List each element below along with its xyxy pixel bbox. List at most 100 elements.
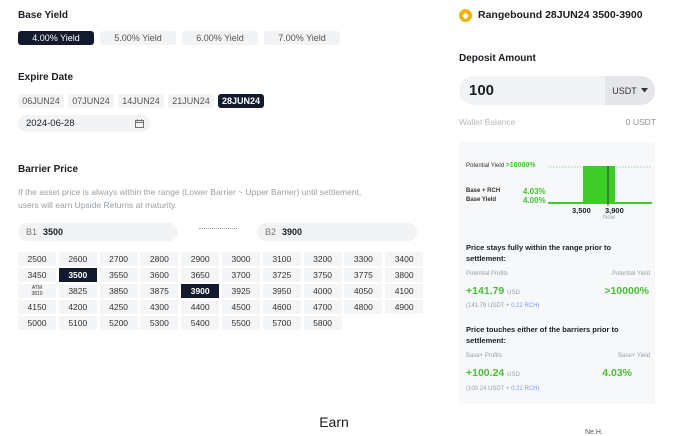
base-plus-profits-breakdown: (100.24 USDT + 0.22 RCH) (466, 386, 540, 392)
potential-yield-value: >10000% (604, 285, 649, 297)
price-cell-3900[interactable]: 3900 (181, 284, 220, 298)
currency-label: USDT (612, 85, 637, 96)
price-cell-5100[interactable]: 5100 (58, 316, 97, 330)
chart-tick-lower: 3,500 (572, 206, 591, 215)
price-cell-3000[interactable]: 3000 (221, 252, 260, 266)
date-option-28jun24[interactable]: 28JUN24 (218, 94, 264, 108)
price-cell-5200[interactable]: 5200 (99, 316, 138, 330)
potential-profits-value: +141.79 USD (466, 285, 520, 297)
payoff-range-bar (583, 166, 615, 203)
wallet-balance-value: 0 USDT (625, 117, 656, 127)
price-cell-4050[interactable]: 4050 (344, 284, 383, 298)
price-cell-4900[interactable]: 4900 (385, 300, 424, 314)
price-cell-empty (344, 316, 382, 330)
price-cell-atm[interactable]: ATM 3810 (18, 284, 56, 298)
price-cell-3400[interactable]: 3400 (385, 252, 424, 266)
wallet-balance-label: Wallet Balance (459, 117, 516, 127)
scenario-touch-heading: Price touches either of the barriers pri… (466, 325, 619, 345)
price-cell-3500[interactable]: 3500 (58, 268, 97, 282)
price-cell-2600[interactable]: 2600 (58, 252, 97, 266)
price-cell-3600[interactable]: 3600 (140, 268, 179, 282)
barrier-description-line-1: If the asset price is always within the … (18, 187, 362, 197)
price-cell-3750[interactable]: 3750 (303, 268, 342, 282)
barrier-b2-input[interactable]: B2 3900 (257, 223, 417, 241)
price-cell-3850[interactable]: 3850 (99, 284, 138, 298)
potential-yield-chart-value: >10000% (505, 162, 536, 169)
price-cell-3875[interactable]: 3875 (140, 284, 179, 298)
date-value: 2024-06-28 (26, 118, 75, 129)
price-cell-3950[interactable]: 3950 (262, 284, 301, 298)
price-cell-4150[interactable]: 4150 (18, 300, 56, 314)
b2-value: 3900 (282, 227, 303, 237)
price-cell-5400[interactable]: 5400 (181, 316, 220, 330)
price-cell-3825[interactable]: 3825 (58, 284, 97, 298)
price-cell-5800[interactable]: 5800 (303, 316, 342, 330)
base-yield-title: Base Yield (18, 10, 69, 21)
base-plus-yield-label: Base+ Yield (618, 353, 650, 359)
price-cell-3450[interactable]: 3450 (18, 268, 56, 282)
price-cell-4400[interactable]: 4400 (181, 300, 220, 314)
price-cell-3725[interactable]: 3725 (262, 268, 301, 282)
price-cell-3200[interactable]: 3200 (303, 252, 342, 266)
base-rch-value: 4.03% (523, 187, 546, 196)
price-cell-2900[interactable]: 2900 (181, 252, 220, 266)
price-cell-3925[interactable]: 3925 (221, 284, 260, 298)
price-cell-5500[interactable]: 5500 (221, 316, 260, 330)
yield-option-7[interactable]: 7.00% Yield (264, 31, 340, 45)
deposit-amount-title: Deposit Amount (459, 53, 536, 64)
date-option-06jun24[interactable]: 06JUN24 (18, 94, 64, 108)
yield-option-5[interactable]: 5.00% Yield (100, 31, 176, 45)
price-cell-4800[interactable]: 4800 (344, 300, 383, 314)
yield-options: 4.00% Yield 5.00% Yield 6.00% Yield 7.00… (18, 31, 340, 45)
price-cell-4500[interactable]: 4500 (221, 300, 260, 314)
potential-profits-breakdown: (141.79 USDT + 0.22 RCH) (466, 303, 540, 309)
price-cell-4250[interactable]: 4250 (99, 300, 138, 314)
currency-selector[interactable]: USDT (605, 76, 655, 105)
date-picker-field[interactable]: 2024-06-28 (18, 115, 150, 132)
price-cell-4100[interactable]: 4100 (385, 284, 424, 298)
deposit-amount-field[interactable]: 100 USDT (459, 76, 655, 105)
price-cell-2500[interactable]: 2500 (18, 252, 56, 266)
price-cell-3800[interactable]: 3800 (385, 268, 424, 282)
price-cell-4600[interactable]: 4600 (262, 300, 301, 314)
date-option-14jun24[interactable]: 14JUN24 (118, 94, 164, 108)
price-cell-3700[interactable]: 3700 (221, 268, 260, 282)
potential-profits-label: Potential Profits (466, 271, 509, 277)
price-cell-2800[interactable]: 2800 (140, 252, 179, 266)
price-cell-2700[interactable]: 2700 (99, 252, 138, 266)
price-cell-4000[interactable]: 4000 (303, 284, 342, 298)
base-plus-profits-value: +100.24 USD (466, 367, 520, 379)
base-plus-yield-value: 4.03% (602, 367, 632, 379)
price-cell-3775[interactable]: 3775 (344, 268, 383, 282)
barrier-price-grid: 2500 2600 2700 2800 2900 3000 3100 3200 3300 3400… (18, 252, 424, 330)
price-cell-5700[interactable]: 5700 (262, 316, 301, 330)
date-option-07jun24[interactable]: 07JUN24 (68, 94, 114, 108)
price-cell-3100[interactable]: 3100 (262, 252, 301, 266)
deposit-amount-value[interactable]: 100 (469, 82, 494, 99)
calendar-icon[interactable] (135, 119, 144, 128)
yield-option-6[interactable]: 6.00% Yield (182, 31, 258, 45)
barrier-description-line-2: users will earn Upside Returns at maturi… (18, 200, 178, 210)
b2-label: B2 (265, 227, 277, 237)
price-cell-4200[interactable]: 4200 (58, 300, 97, 314)
price-cell-5300[interactable]: 5300 (140, 316, 179, 330)
price-cell-3300[interactable]: 3300 (344, 252, 383, 266)
earn-label: Earn (319, 414, 349, 430)
price-cell-3650[interactable]: 3650 (181, 268, 220, 282)
chart-tick-upper: 3,900 (605, 206, 624, 215)
price-cell-empty (385, 316, 423, 330)
date-option-21jun24[interactable]: 21JUN24 (168, 94, 214, 108)
base-yield-chart-value: 4.00% (523, 196, 546, 205)
atm-value: 3810 (31, 291, 43, 297)
price-cell-4700[interactable]: 4700 (303, 300, 342, 314)
chart-tick-now: Now (603, 215, 616, 221)
price-cell-4300[interactable]: 4300 (140, 300, 179, 314)
base-rch-label: Base + RCH (466, 188, 501, 194)
scenario-within-heading: Price stays fully within the range prior… (466, 243, 612, 263)
yield-option-4[interactable]: 4.00% Yield (18, 31, 94, 45)
product-logo-icon: ◆ (459, 9, 472, 22)
barrier-b1-input[interactable]: B1 3500 (18, 223, 178, 241)
price-cell-5000[interactable]: 5000 (18, 316, 56, 330)
price-cell-3550[interactable]: 3550 (99, 268, 138, 282)
base-plus-profits-label: Base+ Profits (466, 353, 502, 359)
